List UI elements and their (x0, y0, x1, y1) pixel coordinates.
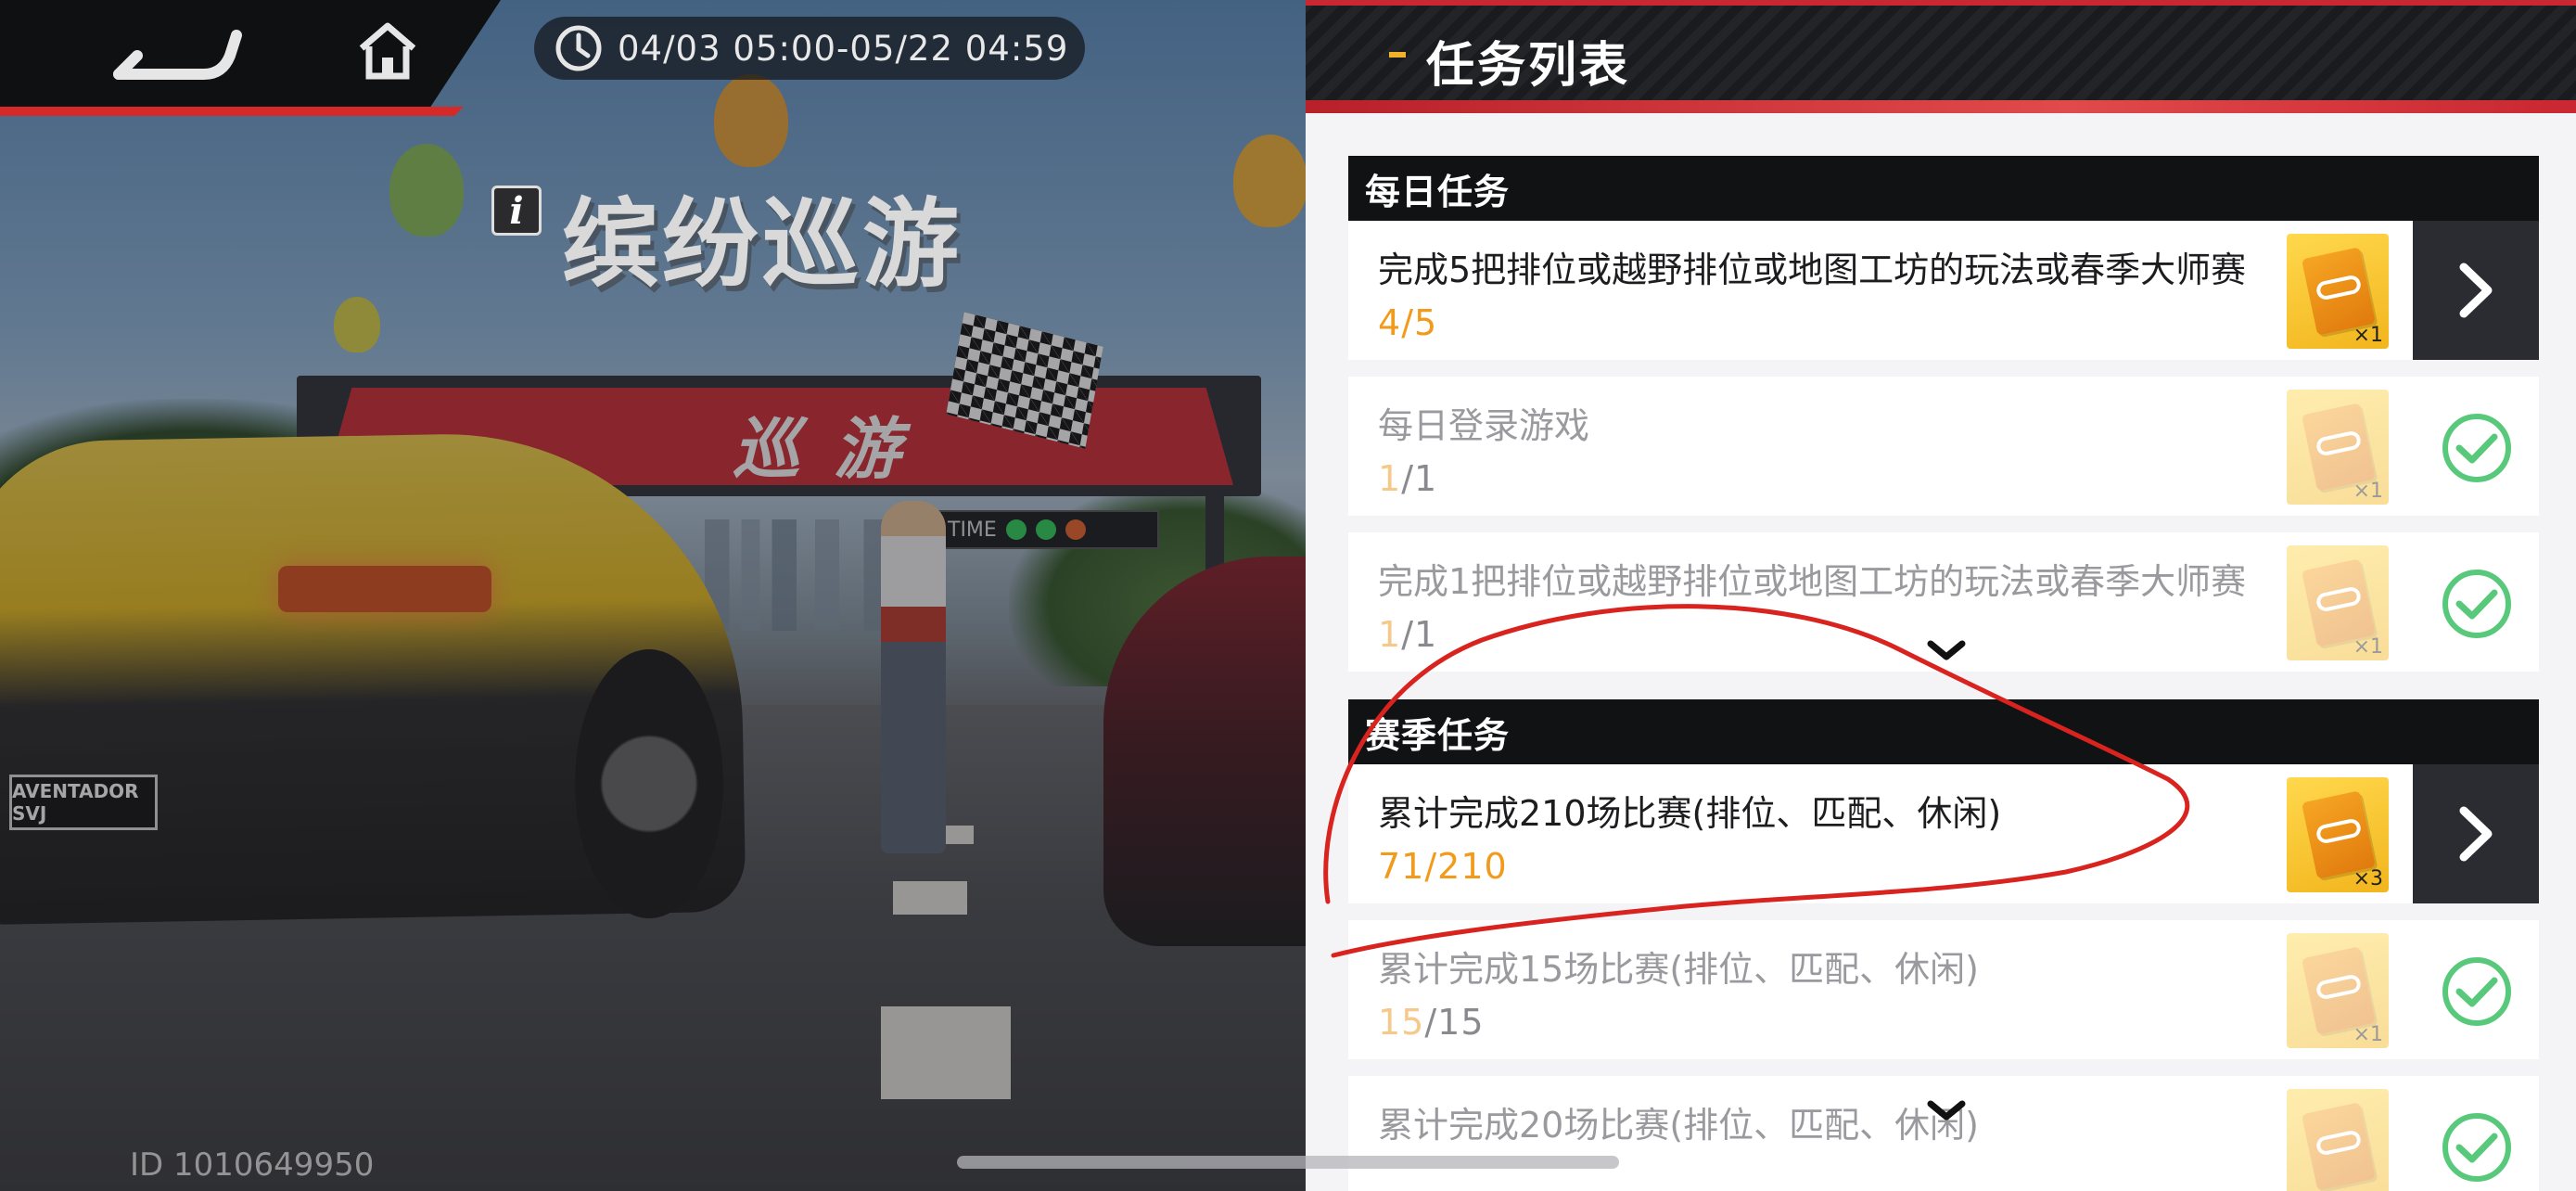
title-dash (1389, 52, 1406, 58)
section-header: 每日任务 (1348, 156, 2539, 221)
completed-check (2442, 957, 2511, 1026)
event-title: 缤纷巡游 (562, 187, 963, 301)
progress-sep: / (1401, 302, 1414, 343)
timer-text: 04/03 05:00-05/22 04:59 (618, 28, 1069, 69)
progress-sep: / (1401, 614, 1414, 655)
task-name: 累计完成210场比赛(排位、匹配、休闲) (1378, 793, 2002, 834)
progress-total: 210 (1437, 846, 1508, 887)
check-circle-icon (2455, 1133, 2498, 1163)
reward-quantity: ×1 (2353, 1023, 2383, 1046)
check-circle-icon (2455, 589, 2498, 620)
progress-sep: / (1401, 458, 1414, 499)
task-progress: 71/210 (1378, 846, 1508, 887)
panel-header-stripe (1306, 100, 2576, 113)
completed-check (2442, 414, 2511, 482)
completed-check (2442, 570, 2511, 638)
info-icon[interactable]: i (491, 186, 542, 236)
task-name: 完成5把排位或越野排位或地图工坊的玩法或春季大师赛 (1378, 250, 2247, 290)
reward-item[interactable] (2287, 1089, 2389, 1191)
reward-quantity: ×1 (2353, 480, 2383, 503)
event-time-range: 04/03 05:00-05/22 04:59 (534, 17, 1085, 80)
task-progress: 1/1 (1378, 614, 1437, 655)
panel-header-accent (1306, 0, 2576, 6)
progress-current: 15 (1378, 1002, 1425, 1043)
progress-current: 1 (1378, 614, 1402, 655)
progress-total: 1 (1414, 614, 1438, 655)
go-button[interactable] (2413, 221, 2539, 360)
reward-quantity: ×1 (2353, 324, 2383, 347)
home-button[interactable] (351, 9, 425, 93)
check-circle-icon (2455, 433, 2498, 464)
chevron-right-icon (2459, 806, 2493, 862)
task-row[interactable]: 累计完成15场比赛(排位、匹配、休闲) 15/15 ×1 (1348, 920, 2539, 1059)
task-row[interactable]: 完成5把排位或越野排位或地图工坊的玩法或春季大师赛 4/5 ×1 (1348, 221, 2539, 360)
task-panel: 任务列表 每日任务 完成5把排位或越野排位或地图工坊的玩法或春季大师赛 4/5 … (1306, 0, 2576, 1191)
progress-current: 71 (1378, 846, 1425, 887)
task-progress: 1/1 (1378, 458, 1437, 499)
panel-title: 任务列表 (1426, 38, 1631, 94)
reward-item[interactable]: ×1 (2287, 390, 2389, 505)
reward-quantity: ×3 (2353, 867, 2383, 890)
task-row[interactable]: 累计完成210场比赛(排位、匹配、休闲) 71/210 ×3 (1348, 764, 2539, 903)
task-row[interactable]: 完成1把排位或越野排位或地图工坊的玩法或春季大师赛 1/1 ×1 (1348, 532, 2539, 672)
progress-total: 5 (1414, 302, 1438, 343)
task-progress: 15/15 (1378, 1002, 1485, 1043)
completed-check (2442, 1113, 2511, 1182)
section-season: 赛季任务 累计完成210场比赛(排位、匹配、休闲) 71/210 ×3 累计完成… (1348, 699, 2539, 1191)
progress-current: 4 (1378, 302, 1402, 343)
progress-current: 1 (1378, 458, 1402, 499)
reward-quantity: ×1 (2353, 635, 2383, 659)
chevron-down-icon[interactable] (1923, 636, 1970, 664)
clock-icon (555, 25, 602, 71)
chevron-down-icon[interactable] (1923, 1096, 1970, 1124)
hud-red-stripe (0, 107, 464, 116)
player-id: ID 1010649950 (130, 1146, 375, 1184)
reward-item[interactable]: ×1 (2287, 933, 2389, 1048)
task-name: 累计完成15场比赛(排位、匹配、休闲) (1378, 949, 1980, 990)
home-indicator[interactable] (957, 1156, 1619, 1169)
home-icon (359, 22, 416, 80)
chevron-right-icon (2459, 263, 2493, 318)
section-header: 赛季任务 (1348, 699, 2539, 764)
check-circle-icon (2455, 977, 2498, 1007)
section-daily: 每日任务 完成5把排位或越野排位或地图工坊的玩法或春季大师赛 4/5 ×1 每日… (1348, 156, 2539, 672)
reward-item[interactable]: ×3 (2287, 777, 2389, 892)
task-name: 完成1把排位或越野排位或地图工坊的玩法或春季大师赛 (1378, 561, 2247, 602)
back-button[interactable] (65, 9, 250, 97)
progress-total: 15 (1437, 1002, 1485, 1043)
reward-item[interactable]: ×1 (2287, 545, 2389, 660)
back-arrow-icon (113, 30, 242, 80)
progress-total: 1 (1414, 458, 1438, 499)
task-row[interactable]: 每日登录游戏 1/1 ×1 (1348, 377, 2539, 516)
reward-item[interactable]: ×1 (2287, 234, 2389, 349)
task-row[interactable]: 累计完成20场比赛(排位、匹配、休闲) (1348, 1076, 2539, 1191)
progress-sep: / (1424, 1002, 1438, 1043)
task-name: 累计完成20场比赛(排位、匹配、休闲) (1378, 1105, 1980, 1146)
go-button[interactable] (2413, 764, 2539, 903)
task-name: 每日登录游戏 (1378, 405, 1590, 446)
progress-sep: / (1424, 846, 1438, 887)
task-progress: 4/5 (1378, 302, 1437, 343)
